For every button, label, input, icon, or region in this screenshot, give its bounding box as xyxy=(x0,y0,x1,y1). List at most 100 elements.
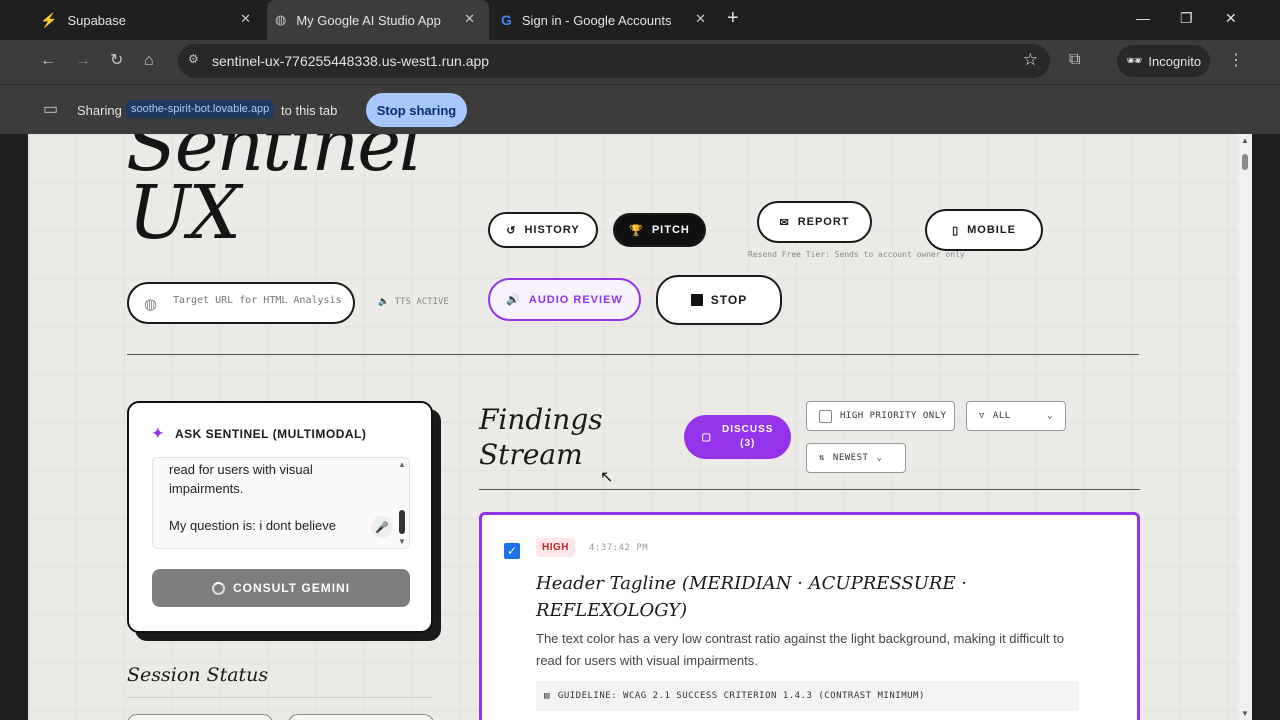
scroll-thumb[interactable] xyxy=(399,510,405,534)
stop-label: STOP xyxy=(710,293,748,307)
restore-button[interactable]: ❐ xyxy=(1180,10,1193,27)
discuss-button[interactable]: ▢ DISCUSS (3) xyxy=(684,415,791,459)
url-text[interactable]: sentinel-ux-776255448338.us-west1.run.ap… xyxy=(212,53,489,69)
scroll-up-icon[interactable]: ▲ xyxy=(398,460,406,469)
globe-icon: ◍ xyxy=(144,296,158,313)
close-window-button[interactable]: ✕ xyxy=(1225,10,1237,27)
divider xyxy=(127,697,433,698)
findings-title-line1: Findings xyxy=(479,403,603,436)
globe-icon: ◍ xyxy=(275,12,287,27)
home-icon[interactable]: ⌂ xyxy=(144,52,154,70)
severity-badge: HIGH xyxy=(536,538,575,557)
incognito-indicator[interactable]: 🕶 Incognito xyxy=(1117,45,1210,77)
pitch-label: PITCH xyxy=(651,224,690,236)
ask-sentinel-panel: ✦ ASK SENTINEL (MULTIMODAL) read for use… xyxy=(127,401,433,633)
stop-button[interactable]: STOP xyxy=(656,275,782,325)
speaker-icon: 🔊 xyxy=(506,294,521,306)
history-label: HISTORY xyxy=(524,224,580,236)
mobile-label: MOBILE xyxy=(967,224,1016,236)
discuss-label: DISCUSS xyxy=(722,424,774,435)
tab-supabase[interactable]: ⚡ Supabase ✕ xyxy=(40,0,265,40)
close-icon[interactable]: ✕ xyxy=(240,11,251,27)
filter-value: ALL xyxy=(992,411,1011,421)
share-prefix: Sharing xyxy=(77,103,122,118)
new-tab-button[interactable]: + xyxy=(727,8,739,28)
sort-select[interactable]: ⇅ NEWEST ⌄ xyxy=(806,443,906,473)
browser-toolbar: ← → ↻ ⌂ ⚙ sentinel-ux-776255448338.us-we… xyxy=(0,40,1280,84)
tts-status: 🔈 TTS ACTIVE xyxy=(378,297,449,307)
textarea-scrollbar[interactable]: ▲ ▼ xyxy=(397,460,407,546)
finding-description: The text color has a very low contrast r… xyxy=(536,631,1064,668)
screen-share-bar: ▭ Sharing soothe-spirit-bot.lovable.app … xyxy=(0,84,1280,134)
high-priority-label: HIGH PRIORITY ONLY xyxy=(840,411,947,421)
finding-checkbox[interactable]: ✓ xyxy=(504,543,520,559)
status-card xyxy=(127,714,273,720)
scroll-down-icon[interactable]: ▼ xyxy=(398,537,406,546)
incognito-label: Incognito xyxy=(1148,53,1202,69)
menu-kebab-icon[interactable]: ⋮ xyxy=(1228,52,1244,70)
sparkle-icon: ✦ xyxy=(152,425,165,441)
tab-google-signin[interactable]: G Sign in - Google Accounts ✕ xyxy=(495,0,720,40)
page-scrollbar[interactable]: ▲ ▼ xyxy=(1238,134,1252,720)
sort-value: NEWEST xyxy=(832,453,869,463)
consult-gemini-button[interactable]: CONSULT GEMINI xyxy=(152,569,410,607)
book-icon: ▤ xyxy=(544,691,550,701)
tab-ai-studio[interactable]: ◍ My Google AI Studio App ✕ xyxy=(267,0,489,40)
finding-card[interactable]: ✓ HIGH 4:37:42 PM Header Tagline (MERIDI… xyxy=(479,512,1140,720)
stop-sharing-button[interactable]: Stop sharing xyxy=(366,93,467,127)
session-status-title: Session Status xyxy=(127,664,269,686)
scroll-thumb[interactable] xyxy=(1242,154,1248,170)
chevron-down-icon: ⌄ xyxy=(1047,411,1053,421)
address-bar[interactable]: ⚙ sentinel-ux-776255448338.us-west1.run.… xyxy=(178,44,1050,78)
report-button[interactable]: ✉ REPORT xyxy=(757,201,872,243)
target-url-field[interactable]: ◍ xyxy=(127,282,355,324)
target-url-input[interactable] xyxy=(173,295,343,306)
report-label: REPORT xyxy=(797,216,850,228)
supabase-icon: ⚡ xyxy=(40,11,58,28)
site-settings-icon[interactable]: ⚙ xyxy=(188,52,199,66)
checkbox[interactable] xyxy=(819,409,832,423)
scroll-down-icon[interactable]: ▼ xyxy=(1241,709,1249,718)
forward-icon[interactable]: → xyxy=(75,52,91,70)
window-edge xyxy=(0,134,28,720)
app-title-line2: UX xyxy=(128,170,241,256)
close-icon[interactable]: ✕ xyxy=(695,11,706,27)
minimize-button[interactable]: — xyxy=(1136,10,1150,26)
history-button[interactable]: ↺ HISTORY xyxy=(488,212,598,248)
history-icon: ↺ xyxy=(506,224,517,237)
microphone-icon[interactable]: 🎤 xyxy=(371,516,393,538)
divider xyxy=(127,354,1139,355)
cast-icon[interactable]: ⧉ xyxy=(1069,51,1080,69)
filter-select[interactable]: ▽ ALL ⌄ xyxy=(966,401,1066,431)
ask-title: ✦ ASK SENTINEL (MULTIMODAL) xyxy=(152,425,367,441)
guideline-box: ▤ GUIDELINE: WCAG 2.1 SUCCESS CRITERION … xyxy=(536,681,1079,711)
pitch-button[interactable]: 🏆 PITCH xyxy=(613,213,706,247)
chevron-down-icon: ⌄ xyxy=(876,453,883,463)
tab-title: Sign in - Google Accounts xyxy=(521,12,672,28)
findings-title: Findings Stream xyxy=(479,402,603,472)
close-icon[interactable]: ✕ xyxy=(464,11,475,27)
reload-icon[interactable]: ↻ xyxy=(110,52,123,70)
speaker-icon: 🔈 xyxy=(378,297,390,307)
ask-title-text: ASK SENTINEL (MULTIMODAL) xyxy=(175,427,367,441)
bookmark-star-icon[interactable]: ☆ xyxy=(1023,50,1038,70)
screen-share-icon: ▭ xyxy=(43,101,59,118)
back-icon[interactable]: ← xyxy=(40,52,56,70)
stop-square-icon xyxy=(690,294,703,306)
discuss-count: (3) xyxy=(740,438,756,449)
status-card xyxy=(288,714,434,720)
textarea-content: read for users with visual impairments. xyxy=(169,462,313,496)
tab-strip: ⚡ Supabase ✕ ◍ My Google AI Studio App ✕… xyxy=(0,0,1280,40)
scroll-up-icon[interactable]: ▲ xyxy=(1241,136,1249,145)
high-priority-toggle[interactable]: HIGH PRIORITY ONLY xyxy=(806,401,955,431)
google-icon: G xyxy=(501,12,512,28)
tab-title: My Google AI Studio App xyxy=(296,12,441,28)
chat-icon: ▢ xyxy=(701,431,712,443)
question-line: My question is: i dont believe xyxy=(169,518,336,533)
sort-icon: ⇅ xyxy=(819,453,825,463)
sentinel-app: Sentinel UX ↺ HISTORY 🏆 PITCH ✉ REPORT Rese… xyxy=(28,134,1238,720)
mobile-button[interactable]: ▯ MOBILE xyxy=(925,209,1043,251)
guideline-text: GUIDELINE: WCAG 2.1 SUCCESS CRITERION 1.… xyxy=(557,691,925,701)
question-textarea[interactable]: read for users with visual impairments. … xyxy=(152,457,410,549)
audio-review-button[interactable]: 🔊 AUDIO REVIEW xyxy=(488,278,641,321)
